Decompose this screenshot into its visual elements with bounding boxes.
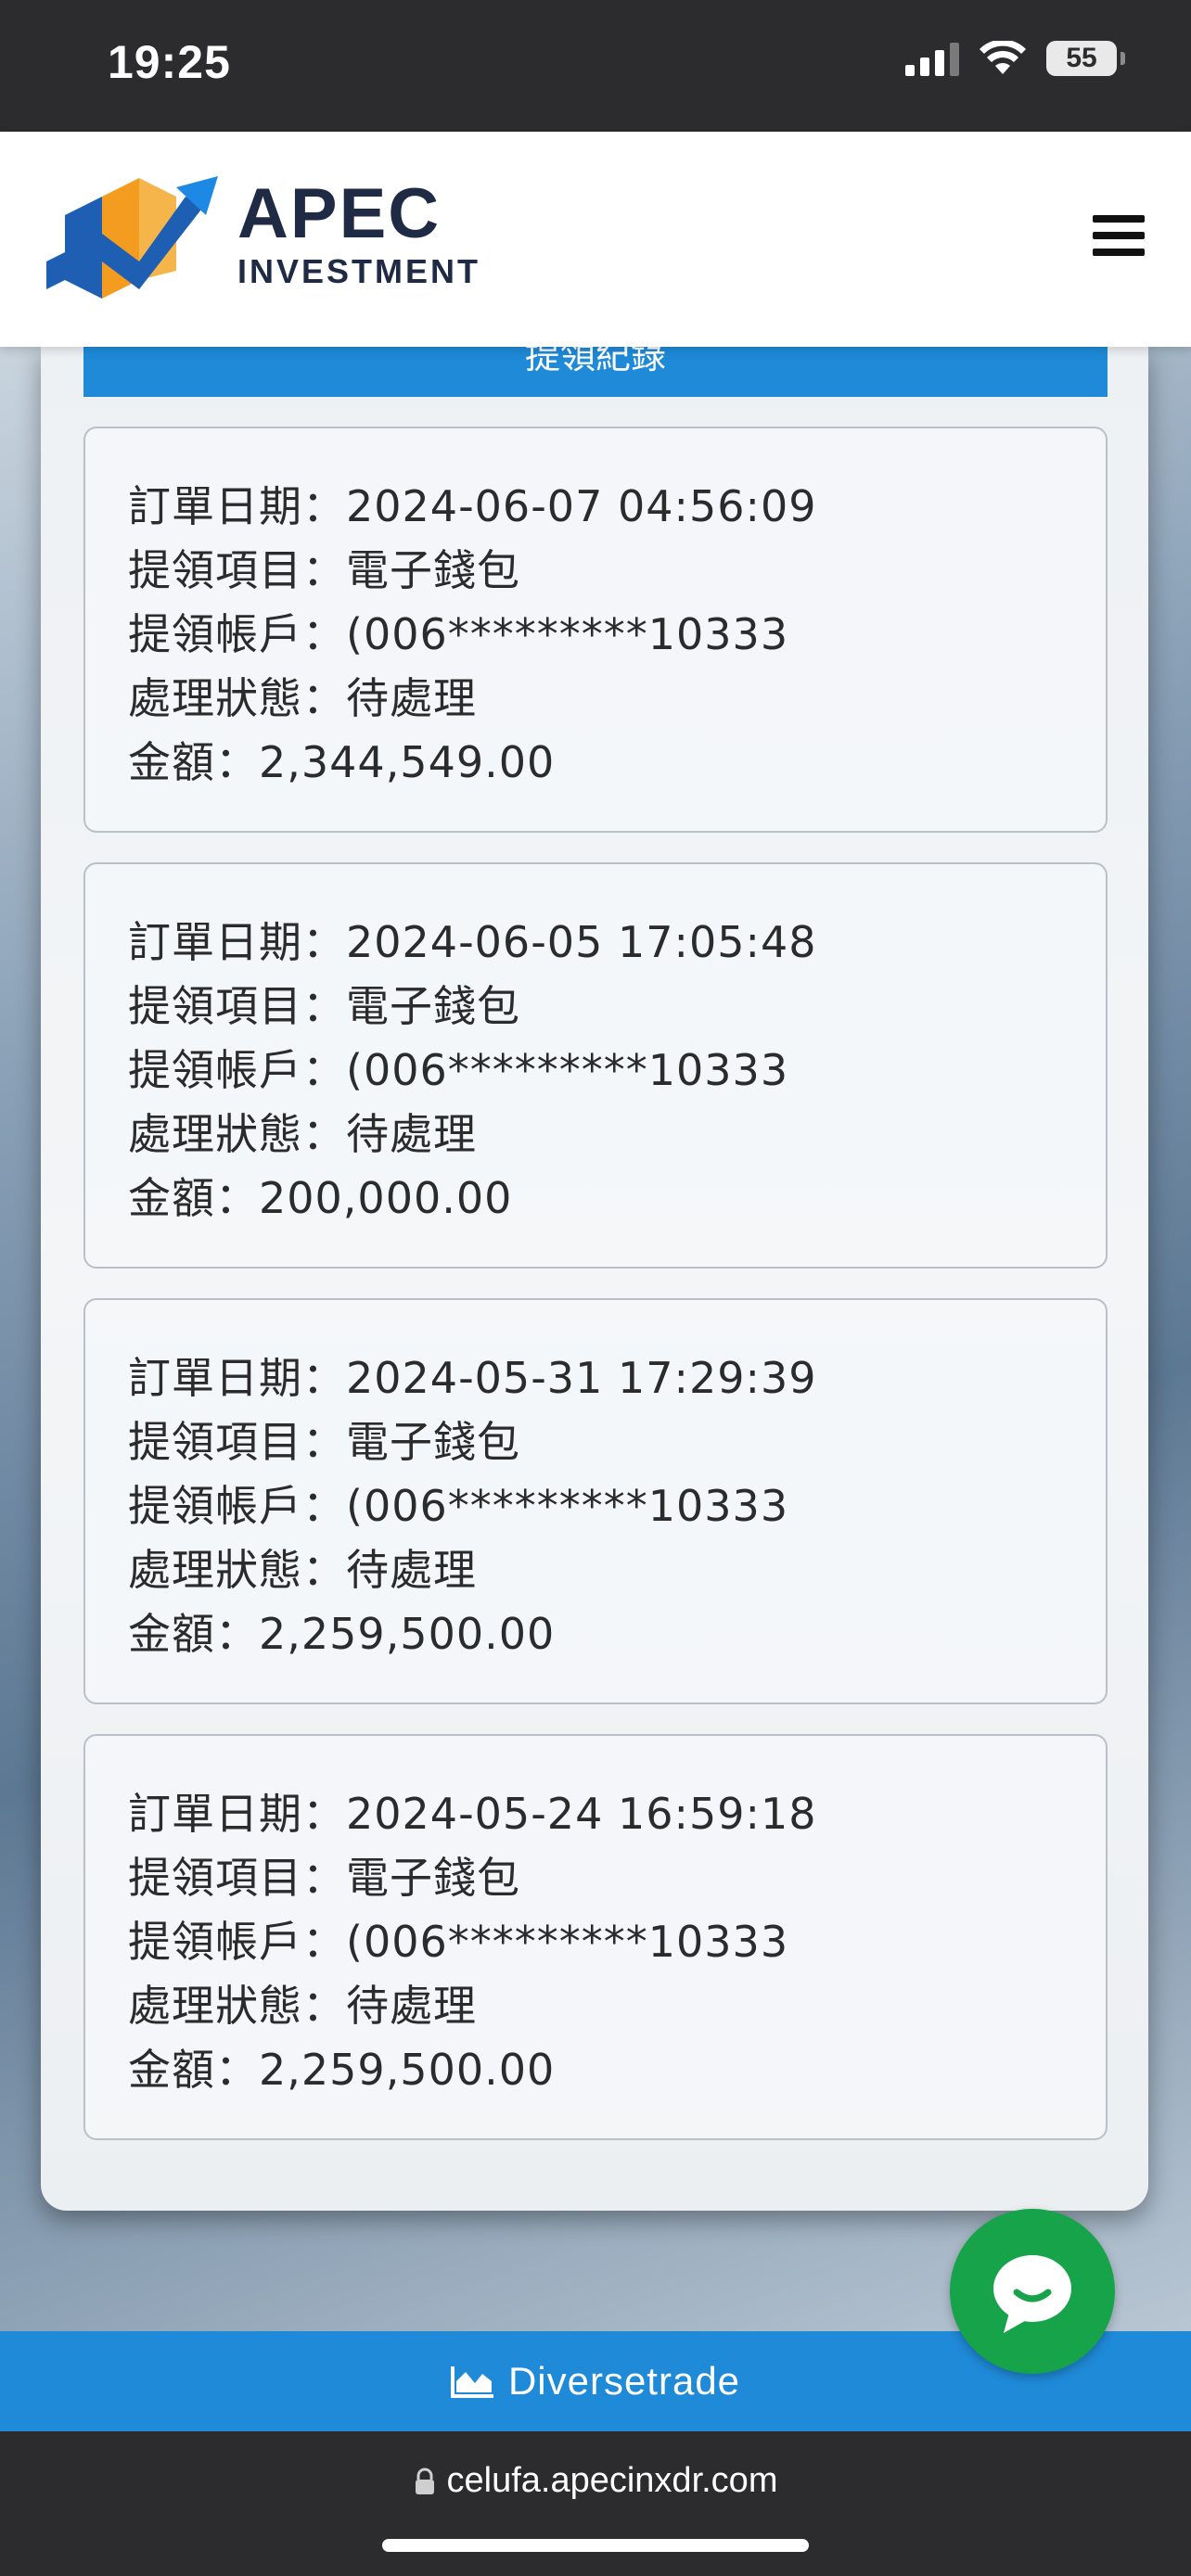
order-date-label: 訂單日期： <box>128 1789 346 1839</box>
withdraw-account-row: 提領帳戶：(006*********10333 <box>128 1037 788 1098</box>
withdrawal-record-card: 訂單日期：2024-06-05 17:05:48 提領項目：電子錢包 提領帳戶：(0… <box>83 862 1108 1269</box>
amount-value: 2,344,549.00 <box>259 737 556 787</box>
withdraw-account-row: 提領帳戶：(006*********10333 <box>128 1473 788 1534</box>
process-status-value: 待處理 <box>346 1545 477 1595</box>
amount-row: 金額：2,259,500.00 <box>128 1600 555 1662</box>
withdraw-account-row: 提領帳戶：(006*********10333 <box>128 1908 788 1970</box>
withdraw-account-label: 提領帳戶： <box>128 1045 346 1095</box>
logo-main-text: APEC <box>237 174 442 253</box>
menu-icon[interactable] <box>1093 215 1145 265</box>
withdraw-item-row: 提領項目：電子錢包 <box>128 1844 520 1906</box>
chat-bubble-icon <box>993 2255 1071 2333</box>
home-indicator[interactable] <box>382 2539 809 2552</box>
withdraw-account-value: (006*********10333 <box>346 609 789 659</box>
withdraw-account-row: 提領帳戶：(006*********10333 <box>128 601 788 662</box>
order-date-row: 訂單日期：2024-05-31 17:29:39 <box>128 1345 817 1406</box>
withdrawal-record-card: 訂單日期：2024-05-24 16:59:18 提領項目：電子錢包 提領帳戶：(0… <box>83 1734 1108 2140</box>
status-time: 19:25 <box>108 36 231 88</box>
process-status-label: 處理狀態： <box>128 1545 346 1595</box>
logo-text: APEC INVESTMENT <box>237 179 480 288</box>
logo[interactable]: APEC INVESTMENT <box>46 159 480 308</box>
order-date-value: 2024-05-31 17:29:39 <box>346 1353 817 1403</box>
withdraw-account-label: 提領帳戶： <box>128 1481 346 1531</box>
battery-icon: 55 <box>1046 41 1125 76</box>
withdrawal-record-card: 訂單日期：2024-05-31 17:29:39 提領項目：電子錢包 提領帳戶：(0… <box>83 1298 1108 1704</box>
withdraw-item-value: 電子錢包 <box>346 1853 520 1903</box>
withdraw-account-value: (006*********10333 <box>346 1045 789 1095</box>
process-status-row: 處理狀態：待處理 <box>128 1972 477 2034</box>
process-status-value: 待處理 <box>346 1981 477 2031</box>
process-status-value: 待處理 <box>346 673 477 723</box>
order-date-value: 2024-06-05 17:05:48 <box>346 917 817 967</box>
status-icons: 55 <box>905 41 1125 76</box>
browser-bar: celufa.apecinxdr.com <box>0 2431 1191 2576</box>
order-date-value: 2024-05-24 16:59:18 <box>346 1789 817 1839</box>
wifi-icon <box>980 41 1026 74</box>
withdraw-item-value: 電子錢包 <box>346 545 520 595</box>
amount-value: 2,259,500.00 <box>259 1609 556 1659</box>
order-date-label: 訂單日期： <box>128 1353 346 1403</box>
process-status-row: 處理狀態：待處理 <box>128 665 477 726</box>
withdraw-account-value: (006*********10333 <box>346 1481 789 1531</box>
order-date-row: 訂單日期：2024-06-05 17:05:48 <box>128 909 817 970</box>
order-date-value: 2024-06-07 04:56:09 <box>346 481 817 531</box>
withdraw-item-value: 電子錢包 <box>346 1417 520 1467</box>
amount-value: 200,000.00 <box>259 1173 513 1223</box>
withdraw-item-row: 提領項目：電子錢包 <box>128 1409 520 1470</box>
logo-sub-text: INVESTMENT <box>237 252 481 290</box>
amount-row: 金額：2,259,500.00 <box>128 2036 555 2098</box>
app-header: APEC INVESTMENT <box>0 132 1191 347</box>
logo-mark-icon <box>46 176 218 299</box>
footer-label: Diversetrade <box>507 2359 741 2403</box>
status-bar: 19:25 55 <box>0 0 1191 132</box>
url-field[interactable]: celufa.apecinxdr.com <box>0 2461 1191 2501</box>
section-title: 提領紀錄 <box>83 347 1108 397</box>
withdraw-account-value: (006*********10333 <box>346 1917 789 1967</box>
area-chart-icon <box>450 2366 493 2398</box>
withdraw-item-label: 提領項目： <box>128 981 346 1031</box>
withdraw-item-value: 電子錢包 <box>346 981 520 1031</box>
url-text: celufa.apecinxdr.com <box>446 2461 778 2500</box>
signal-icon <box>905 41 959 76</box>
chat-button[interactable] <box>950 2209 1115 2374</box>
withdraw-item-label: 提領項目： <box>128 545 346 595</box>
withdraw-item-label: 提領項目： <box>128 1853 346 1903</box>
process-status-label: 處理狀態： <box>128 673 346 723</box>
process-status-label: 處理狀態： <box>128 1981 346 2031</box>
withdraw-item-label: 提領項目： <box>128 1417 346 1467</box>
withdraw-item-row: 提領項目：電子錢包 <box>128 537 520 598</box>
amount-label: 金額： <box>128 2045 259 2095</box>
amount-label: 金額： <box>128 1173 259 1223</box>
amount-row: 金額：200,000.00 <box>128 1165 512 1226</box>
amount-label: 金額： <box>128 1609 259 1659</box>
order-date-row: 訂單日期：2024-05-24 16:59:18 <box>128 1780 817 1842</box>
amount-row: 金額：2,344,549.00 <box>128 729 555 790</box>
withdraw-account-label: 提領帳戶： <box>128 609 346 659</box>
order-date-label: 訂單日期： <box>128 481 346 531</box>
amount-label: 金額： <box>128 737 259 787</box>
withdraw-item-row: 提領項目：電子錢包 <box>128 973 520 1034</box>
process-status-label: 處理狀態： <box>128 1109 346 1159</box>
lock-icon <box>415 2468 434 2494</box>
amount-value: 2,259,500.00 <box>259 2045 556 2095</box>
order-date-label: 訂單日期： <box>128 917 346 967</box>
withdraw-account-label: 提領帳戶： <box>128 1917 346 1967</box>
withdrawal-record-card: 訂單日期：2024-06-07 04:56:09 提領項目：電子錢包 提領帳戶：(0… <box>83 427 1108 833</box>
process-status-row: 處理狀態：待處理 <box>128 1101 477 1162</box>
process-status-value: 待處理 <box>346 1109 477 1159</box>
order-date-row: 訂單日期：2024-06-07 04:56:09 <box>128 473 817 534</box>
process-status-row: 處理狀態：待處理 <box>128 1537 477 1598</box>
